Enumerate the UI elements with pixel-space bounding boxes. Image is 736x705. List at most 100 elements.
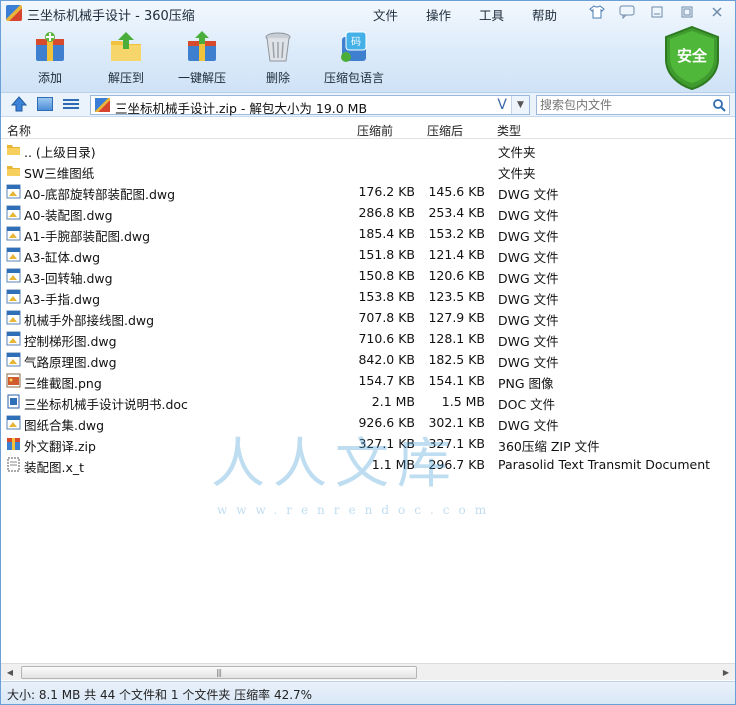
file-name: 三坐标机械手设计说明书.doc (24, 397, 188, 412)
file-type: DWG 文件 (498, 334, 559, 349)
menu-file[interactable]: 文件 (373, 5, 426, 24)
folder-icon (6, 142, 21, 157)
file-row[interactable]: 外文翻译.zip 327.1 KB 327.1 KB 360压缩 ZIP 文件 (1, 433, 735, 454)
title-toolbar-band: 三坐标机械手设计 - 360压缩 文件 操作 工具 帮助 添加 解压到 一键解压… (1, 1, 735, 93)
status-text: 大小: 8.1 MB 共 44 个文件和 1 个文件夹 压缩率 42.7% (7, 688, 313, 702)
menu-help[interactable]: 帮助 (532, 5, 585, 24)
file-row[interactable]: A1-手腕部装配图.dwg 185.4 KB 153.2 KB DWG 文件 (1, 223, 735, 244)
file-name: A3-缸体.dwg (24, 250, 101, 265)
file-compressed-size: 153.2 KB (428, 226, 485, 241)
file-type: 文件夹 (498, 166, 536, 181)
file-row[interactable]: SW三维图纸 文件夹 (1, 160, 735, 181)
file-size: 151.8 KB (358, 247, 415, 262)
dwg-file-icon (6, 352, 21, 367)
status-bar: 大小: 8.1 MB 共 44 个文件和 1 个文件夹 压缩率 42.7% (1, 681, 735, 704)
file-compressed-size: 327.1 KB (428, 436, 485, 451)
one-click-extract-button[interactable]: 一键解压 (167, 29, 237, 86)
add-button[interactable]: 添加 (15, 29, 85, 86)
minimize-icon[interactable] (647, 4, 667, 20)
file-row[interactable]: A3-缸体.dwg 151.8 KB 121.4 KB DWG 文件 (1, 244, 735, 265)
file-name: A0-装配图.dwg (24, 208, 113, 223)
add-label: 添加 (37, 71, 62, 85)
watermark-url: www.renrendoc.com (217, 503, 496, 517)
file-name: SW三维图纸 (24, 166, 95, 181)
file-row[interactable]: 装配图.x_t 1.1 MB 296.7 KB Parasolid Text Tran… (1, 454, 735, 475)
scroll-right-icon[interactable]: ▶ (719, 666, 733, 679)
file-row[interactable]: A3-手指.dwg 153.8 KB 123.5 KB DWG 文件 (1, 286, 735, 307)
file-row[interactable]: .. (上级目录) 文件夹 (1, 139, 735, 160)
up-arrow-icon[interactable] (11, 96, 27, 112)
file-compressed-size: 296.7 KB (428, 457, 485, 472)
dwg-file-icon (6, 289, 21, 304)
file-type: DWG 文件 (498, 187, 559, 202)
file-name: A0-底部旋转部装配图.dwg (24, 187, 176, 202)
file-compressed-size: 120.6 KB (428, 268, 485, 283)
file-size: 1.1 MB (371, 457, 415, 472)
file-type: DOC 文件 (498, 397, 556, 412)
file-row[interactable]: 图纸合集.dwg 926.6 KB 302.1 KB DWG 文件 (1, 412, 735, 433)
skin-shirt-icon[interactable] (587, 4, 607, 20)
xt-file-icon (6, 457, 21, 472)
file-size: 154.7 KB (358, 373, 415, 388)
file-list: 名称 压缩前 压缩后 类型 .. (上级目录) 文件夹 SW三维图纸 文件夹 A0-底部… (1, 119, 735, 663)
file-row[interactable]: 机械手外部接线图.dwg 707.8 KB 127.9 KB DWG 文件 (1, 307, 735, 328)
search-input[interactable] (537, 96, 707, 114)
large-icon-view-icon[interactable] (37, 97, 53, 111)
file-size: 185.4 KB (358, 226, 415, 241)
file-row[interactable]: 气路原理图.dwg 842.0 KB 182.5 KB DWG 文件 (1, 349, 735, 370)
address-bar[interactable]: 三坐标机械手设计.zip - 解包大小为 19.0 MB V ▼ (90, 95, 530, 116)
file-size: 153.8 KB (358, 289, 415, 304)
file-name: A3-回转轴.dwg (24, 271, 113, 286)
horizontal-scrollbar[interactable]: ◀ ||| ▶ (1, 663, 735, 680)
file-row[interactable]: 三维截图.png 154.7 KB 154.1 KB PNG 图像 (1, 370, 735, 391)
scroll-left-icon[interactable]: ◀ (3, 666, 17, 679)
window-title: 三坐标机械手设计 - 360压缩 (27, 9, 195, 24)
dwg-file-icon (6, 184, 21, 199)
file-type: DWG 文件 (498, 250, 559, 265)
delete-label: 删除 (265, 71, 290, 85)
menu-tools[interactable]: 工具 (479, 5, 532, 24)
file-row[interactable]: 三坐标机械手设计说明书.doc 2.1 MB 1.5 MB DOC 文件 (1, 391, 735, 412)
scroll-thumb[interactable]: ||| (21, 666, 417, 679)
file-type: DWG 文件 (498, 229, 559, 244)
file-row[interactable]: A3-回转轴.dwg 150.8 KB 120.6 KB DWG 文件 (1, 265, 735, 286)
menu-operation[interactable]: 操作 (426, 5, 479, 24)
file-type: 360压缩 ZIP 文件 (498, 439, 600, 454)
file-compressed-size: 145.6 KB (428, 184, 485, 199)
file-compressed-size: 182.5 KB (428, 352, 485, 367)
folder-icon (6, 163, 21, 178)
search-box (536, 95, 730, 115)
close-icon[interactable] (707, 4, 727, 20)
file-name: A3-手指.dwg (24, 292, 101, 307)
file-size: 286.8 KB (358, 205, 415, 220)
extract-to-button[interactable]: 解压到 (91, 29, 161, 86)
extract-to-label: 解压到 (107, 71, 144, 85)
address-dropdown-icon[interactable]: ▼ (511, 96, 529, 114)
png-file-icon (6, 373, 21, 388)
dwg-file-icon (6, 205, 21, 220)
window-controls (587, 4, 727, 20)
file-name: 机械手外部接线图.dwg (24, 313, 155, 328)
maximize-icon[interactable] (677, 4, 697, 20)
list-view-icon[interactable] (63, 97, 79, 111)
file-size: 707.8 KB (358, 310, 415, 325)
history-chevron-icon[interactable]: V (497, 97, 507, 113)
dwg-file-icon (6, 415, 21, 430)
delete-trash-icon (265, 32, 291, 62)
file-type: DWG 文件 (498, 208, 559, 223)
search-icon[interactable] (712, 98, 726, 112)
feedback-icon[interactable] (617, 4, 637, 20)
security-shield[interactable]: 安全 (663, 25, 721, 91)
file-type: 文件夹 (498, 145, 536, 160)
column-name[interactable]: 名称 (7, 122, 31, 139)
delete-button[interactable]: 删除 (243, 29, 313, 86)
file-row[interactable]: 控制梯形图.dwg 710.6 KB 128.1 KB DWG 文件 (1, 328, 735, 349)
column-type[interactable]: 类型 (497, 122, 521, 139)
column-size[interactable]: 压缩前 (357, 122, 393, 139)
file-row[interactable]: A0-底部旋转部装配图.dwg 176.2 KB 145.6 KB DWG 文件 (1, 181, 735, 202)
file-row[interactable]: A0-装配图.dwg 286.8 KB 253.4 KB DWG 文件 (1, 202, 735, 223)
zip-archive-icon (95, 98, 110, 112)
column-compressed[interactable]: 压缩后 (427, 122, 463, 139)
file-compressed-size: 253.4 KB (428, 205, 485, 220)
archive-language-button[interactable]: 码 压缩包语言 (319, 29, 389, 86)
